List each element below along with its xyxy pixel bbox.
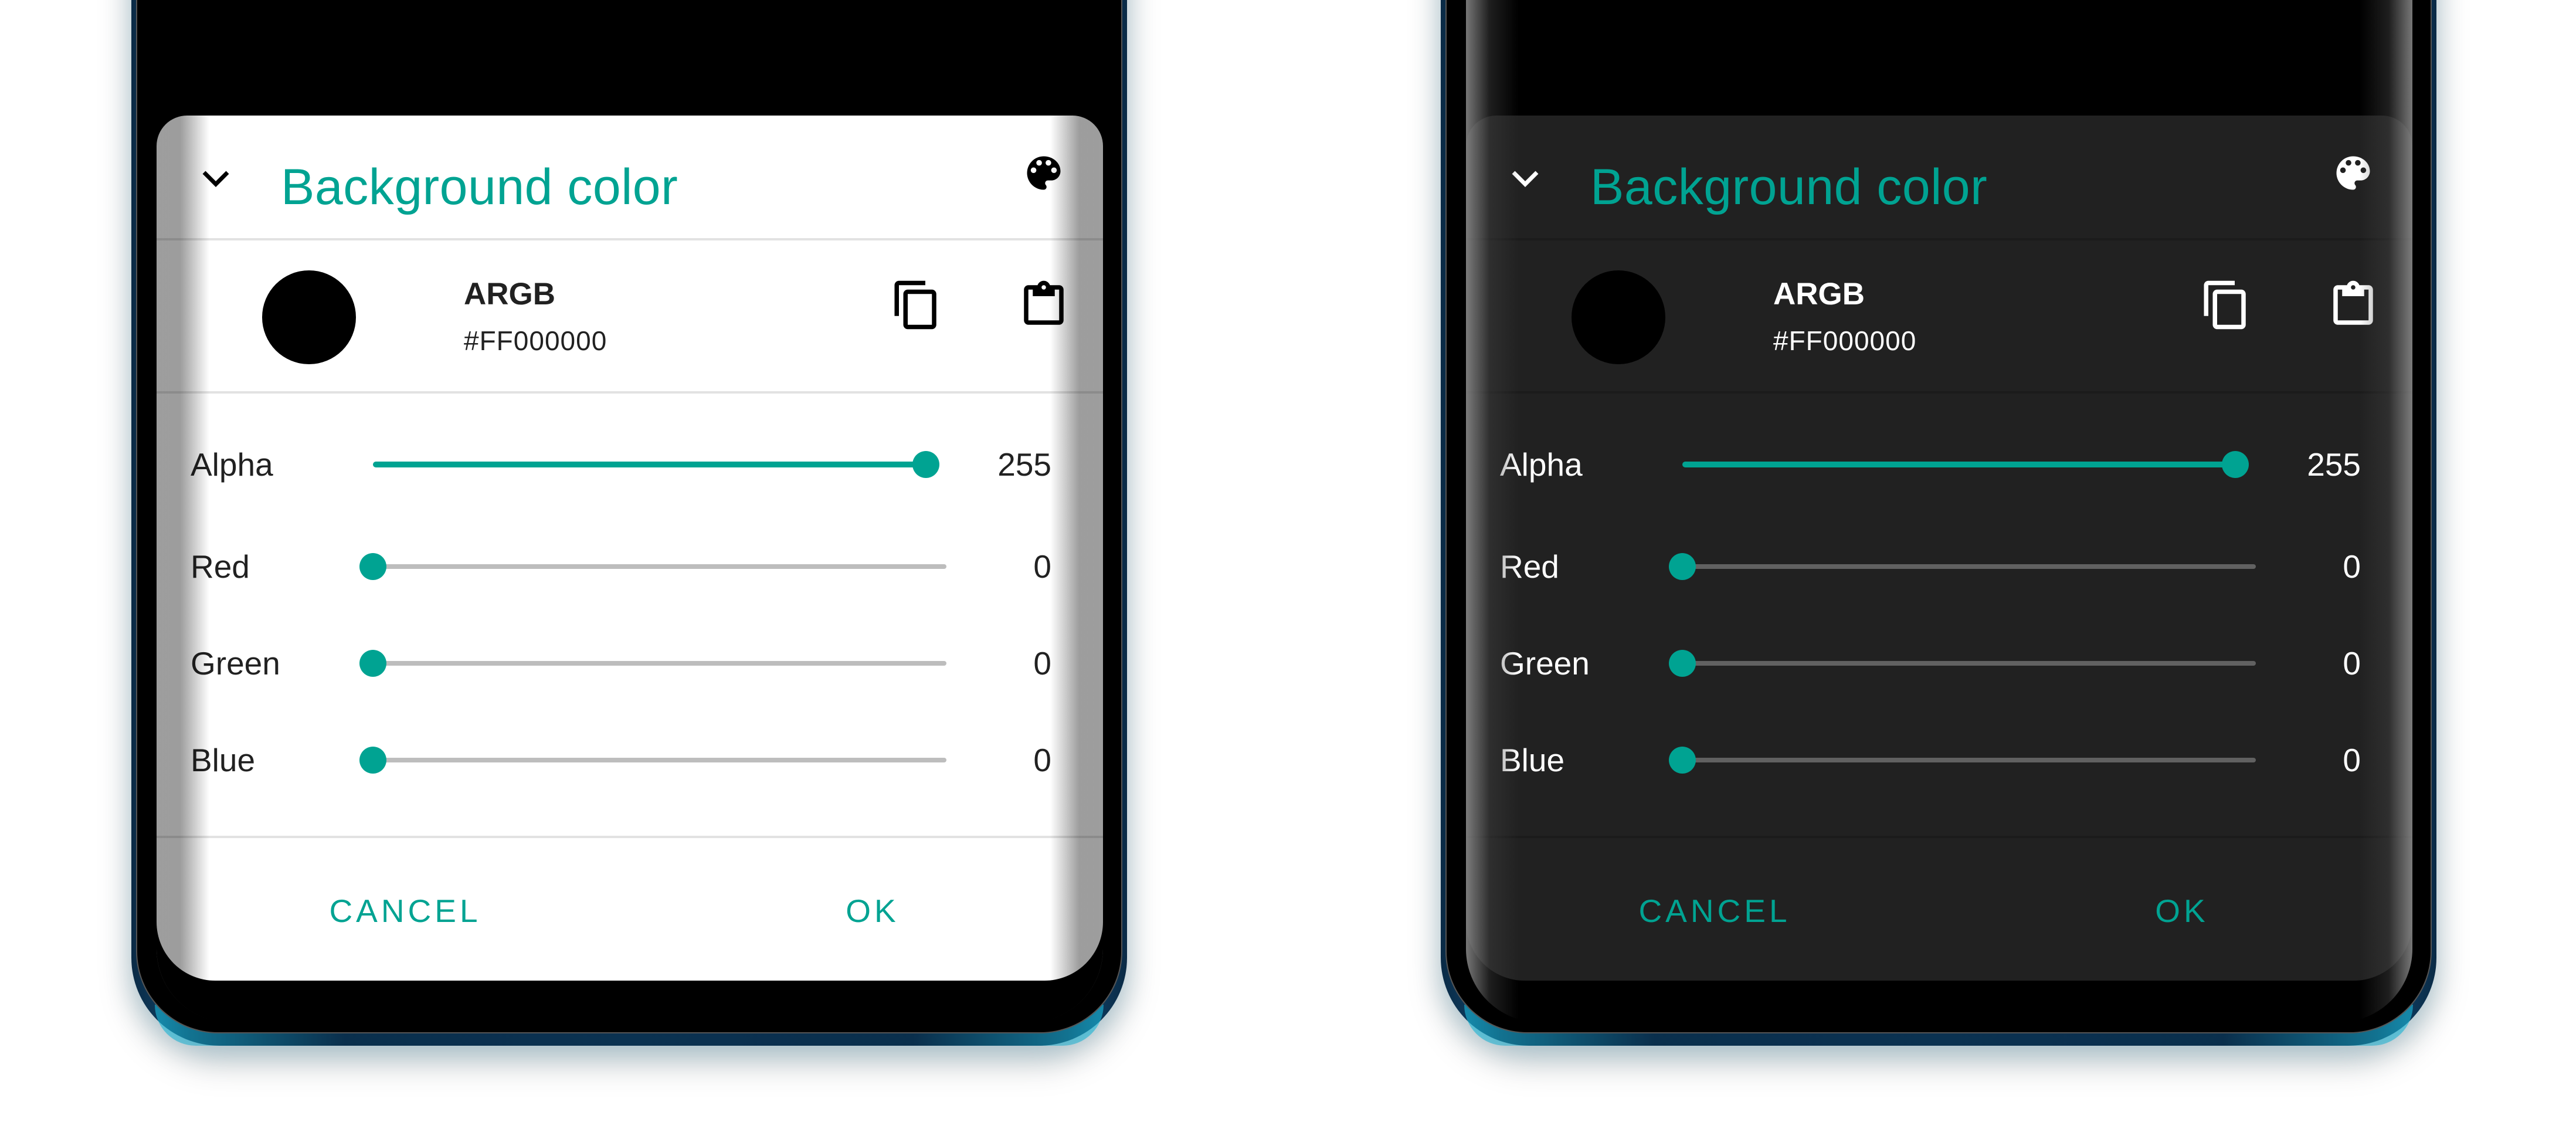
copy-button[interactable] — [2200, 279, 2252, 331]
slider-value: 0 — [2343, 645, 2361, 682]
ok-button[interactable]: OK — [2155, 890, 2208, 932]
copy-icon — [2204, 280, 2246, 330]
slider-row-blue: Blue 0 — [157, 731, 1103, 789]
paste-button[interactable] — [1017, 279, 1070, 331]
color-picker-dialog: Background color ARGB #FF000000 Alpha 25… — [1466, 116, 2412, 981]
slider-row-green: Green 0 — [157, 634, 1103, 693]
slider-thumb[interactable] — [359, 650, 386, 677]
slider-track[interactable] — [1682, 758, 2256, 762]
color-preview-swatch[interactable] — [262, 270, 356, 364]
slider-track[interactable] — [1682, 564, 2256, 569]
slider-label: Blue — [1500, 742, 1565, 778]
palette-icon — [2336, 156, 2370, 190]
slider-active-track — [373, 462, 926, 467]
palette-button[interactable] — [1021, 151, 1066, 195]
slider-track[interactable] — [373, 564, 946, 569]
phone-light: Background color ARGB #FF000000 Alpha 25… — [131, 0, 1127, 1046]
slider-row-alpha: Alpha 255 — [157, 435, 1103, 494]
divider — [157, 391, 1103, 394]
cancel-button[interactable]: CANCEL — [1638, 890, 1790, 932]
slider-thumb[interactable] — [1669, 553, 1696, 580]
copy-button[interactable] — [890, 279, 943, 331]
color-format-label: ARGB — [1773, 277, 1865, 311]
slider-thumb[interactable] — [359, 553, 386, 580]
color-format-label: ARGB — [464, 277, 556, 311]
slider-track[interactable] — [1682, 661, 2256, 666]
slider-thumb[interactable] — [2222, 451, 2249, 478]
copy-icon — [894, 280, 936, 330]
slider-active-track — [1682, 462, 2235, 467]
slider-thumb[interactable] — [359, 747, 386, 774]
slider-value: 0 — [2343, 742, 2361, 778]
slider-track[interactable] — [373, 661, 946, 666]
divider — [157, 238, 1103, 240]
collapse-button[interactable] — [1511, 166, 1540, 193]
color-preview-swatch[interactable] — [1572, 270, 1665, 364]
clipboard-paste-icon — [2333, 280, 2373, 325]
slider-row-alpha: Alpha 255 — [1466, 435, 2412, 494]
slider-thumb[interactable] — [912, 451, 939, 478]
slider-label: Green — [1500, 645, 1590, 682]
slider-row-green: Green 0 — [1466, 634, 2412, 693]
collapse-button[interactable] — [201, 166, 230, 193]
dialog-title: Background color — [1590, 159, 1988, 215]
slider-value: 0 — [1033, 645, 1051, 682]
clipboard-paste-icon — [1024, 280, 1064, 325]
color-picker-dialog: Background color ARGB #FF000000 Alpha 25… — [157, 116, 1103, 981]
dialog-title: Background color — [281, 159, 678, 215]
slider-label: Alpha — [1500, 446, 1583, 483]
palette-icon — [1027, 156, 1061, 190]
slider-row-red: Red 0 — [1466, 537, 2412, 596]
hex-value[interactable]: #FF000000 — [464, 325, 607, 357]
slider-value: 0 — [1033, 742, 1051, 778]
divider — [1466, 836, 2412, 838]
slider-thumb[interactable] — [1669, 650, 1696, 677]
slider-label: Green — [191, 645, 280, 682]
phone-screen: Background color ARGB #FF000000 Alpha 25… — [1466, 0, 2412, 1022]
slider-label: Blue — [191, 742, 256, 778]
divider — [1466, 238, 2412, 240]
slider-value: 255 — [2307, 446, 2361, 483]
slider-label: Red — [191, 548, 250, 585]
phone-dark: Background color ARGB #FF000000 Alpha 25… — [1441, 0, 2436, 1046]
slider-value: 255 — [997, 446, 1051, 483]
slider-label: Red — [1500, 548, 1559, 585]
slider-row-red: Red 0 — [157, 537, 1103, 596]
slider-row-blue: Blue 0 — [1466, 731, 2412, 789]
chevron-down-icon — [202, 171, 229, 187]
phone-screen: Background color ARGB #FF000000 Alpha 25… — [157, 0, 1103, 1022]
paste-button[interactable] — [2327, 279, 2380, 331]
hex-value[interactable]: #FF000000 — [1773, 325, 1916, 357]
palette-button[interactable] — [2331, 151, 2375, 195]
slider-value: 0 — [2343, 548, 2361, 585]
divider — [157, 836, 1103, 838]
slider-label: Alpha — [191, 446, 273, 483]
slider-track[interactable] — [373, 758, 946, 762]
slider-thumb[interactable] — [1669, 747, 1696, 774]
divider — [1466, 391, 2412, 394]
slider-value: 0 — [1033, 548, 1051, 585]
cancel-button[interactable]: CANCEL — [329, 890, 481, 932]
ok-button[interactable]: OK — [846, 890, 899, 932]
chevron-down-icon — [1512, 171, 1539, 187]
